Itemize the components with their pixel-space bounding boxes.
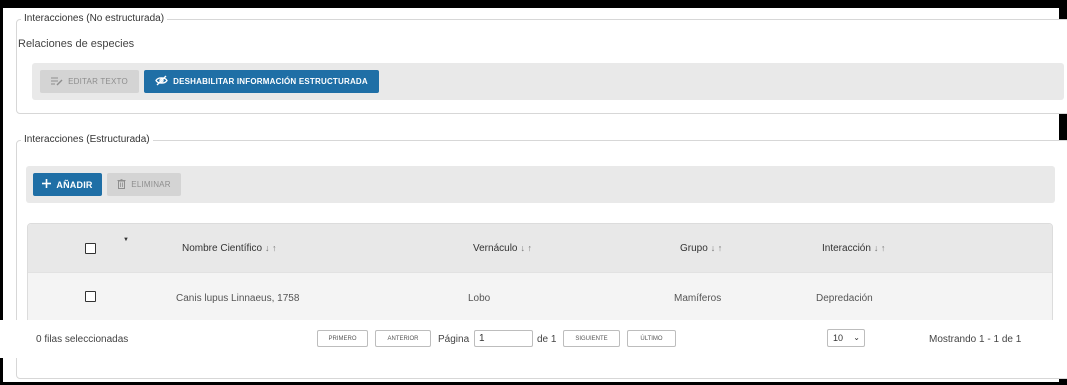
column-header-vernacular[interactable]: Vernáculo ↓ ↑ <box>473 243 532 254</box>
cell-scientific-name: Canis lupus Linnaeus, 1758 <box>176 293 300 304</box>
delete-button[interactable]: ELIMINAR <box>107 173 181 196</box>
delete-label: ELIMINAR <box>131 180 171 189</box>
table-row[interactable]: Canis lupus Linnaeus, 1758 Lobo Mamífero… <box>28 272 1052 320</box>
column-header-scientific-name[interactable]: Nombre Científico ↓ ↑ <box>182 243 277 254</box>
cell-interaction: Depredación <box>816 293 873 304</box>
add-button[interactable]: AÑADIR <box>33 173 102 196</box>
column-header-label: Nombre Científico <box>182 243 263 254</box>
select-menu-caret-icon[interactable]: ▼ <box>123 237 129 243</box>
selected-rows-count: 0 filas seleccionadas <box>36 334 129 345</box>
eye-off-icon <box>155 75 168 88</box>
column-header-label: Interacción <box>822 243 871 254</box>
next-page-button[interactable]: SIGUIENTE <box>563 330 620 347</box>
select-all-checkbox[interactable] <box>85 243 96 254</box>
species-relations-subtitle: Relaciones de especies <box>18 38 135 50</box>
grid-header: ▼ Nombre Científico ↓ ↑ Vernáculo ↓ ↑ Grup… <box>28 224 1052 272</box>
chevron-down-icon: ⌄ <box>853 333 860 342</box>
disable-structured-info-label: DESHABILITAR INFORMACIÓN ESTRUCTURADA <box>173 77 368 86</box>
page-label: Página <box>438 334 470 345</box>
edit-text-button[interactable]: EDITAR TEXTO <box>40 70 139 93</box>
column-header-label: Grupo <box>680 243 708 254</box>
column-header-group[interactable]: Grupo ↓ ↑ <box>680 243 722 254</box>
page-total-label: de 1 <box>537 334 557 345</box>
last-page-button[interactable]: ÚLTIMO <box>627 330 676 347</box>
cell-vernacular: Lobo <box>468 293 491 304</box>
showing-range-text: Mostrando 1 - 1 de 1 <box>929 334 1022 345</box>
column-header-interaction[interactable]: Interacción ↓ ↑ <box>822 243 885 254</box>
cell-group: Mamíferos <box>674 293 722 304</box>
sort-arrows-icon[interactable]: ↓ ↑ <box>711 243 723 253</box>
sort-arrows-icon[interactable]: ↓ ↑ <box>520 243 532 253</box>
column-header-label: Vernáculo <box>473 243 518 254</box>
previous-page-button[interactable]: ANTERIOR <box>375 330 431 347</box>
add-label: AÑADIR <box>56 179 93 190</box>
page-size-value: 10 <box>833 333 844 343</box>
unstructured-panel-legend: Interacciones (No estructurada) <box>24 13 165 24</box>
plus-icon <box>42 179 52 190</box>
page-number-input[interactable] <box>474 330 533 347</box>
sort-arrows-icon[interactable]: ↓ ↑ <box>265 243 277 253</box>
grid-pager: 0 filas seleccionadas PRIMERO ANTERIOR P… <box>0 320 1059 358</box>
disable-structured-info-button[interactable]: DESHABILITAR INFORMACIÓN ESTRUCTURADA <box>144 70 379 93</box>
structured-panel-legend: Interacciones (Estructurada) <box>24 134 150 145</box>
edit-text-icon <box>51 76 63 88</box>
window-frame-top <box>0 0 1067 8</box>
row-checkbox[interactable] <box>85 291 96 302</box>
sort-arrows-icon[interactable]: ↓ ↑ <box>874 243 886 253</box>
page-size-select[interactable]: 10 ⌄ <box>827 329 865 347</box>
trash-icon <box>117 178 126 191</box>
first-page-button[interactable]: PRIMERO <box>317 330 368 347</box>
edit-text-label: EDITAR TEXTO <box>68 77 128 86</box>
